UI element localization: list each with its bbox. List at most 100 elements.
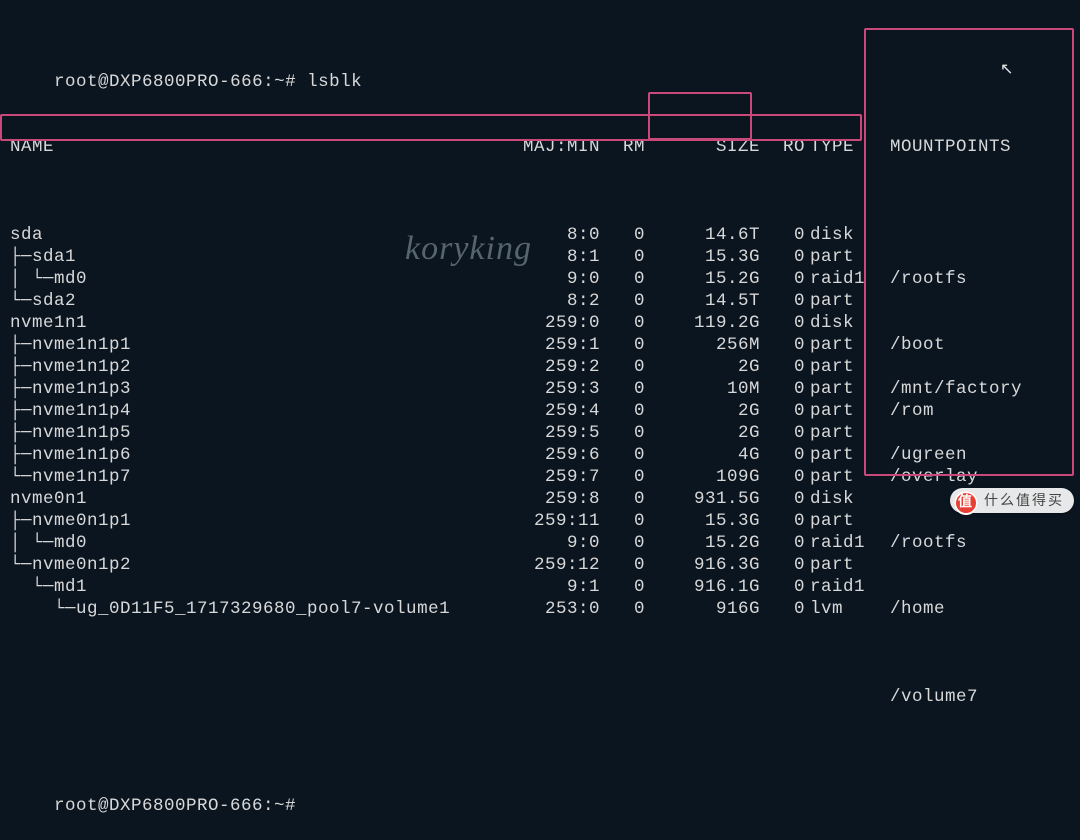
rm-value: 0 (605, 291, 645, 313)
rm-value: 0 (605, 489, 645, 511)
rm-value: 0 (605, 269, 645, 291)
type-value: part (810, 445, 880, 467)
size-value: 119.2G (650, 313, 760, 335)
ro-value: 0 (765, 269, 805, 291)
majmin-value: 259:8 (520, 489, 600, 511)
table-row: └─md19:10916.1G0raid1 (10, 577, 1080, 599)
type-value: raid1 (810, 577, 880, 599)
ro-value: 0 (765, 577, 805, 599)
rm-value: 0 (605, 511, 645, 533)
rm-value: 0 (605, 247, 645, 269)
device-name: ├─sda1 (10, 247, 520, 269)
device-name: │ └─md0 (10, 269, 520, 291)
majmin-value: 8:2 (520, 291, 600, 313)
table-row: ├─nvme1n1p3259:3010M0part/mnt/factory (10, 379, 1080, 401)
ro-value: 0 (765, 357, 805, 379)
extra-mount-row: /volume7 (10, 687, 1080, 709)
mountpoint-value: /boot (890, 335, 1080, 357)
ro-value: 0 (765, 423, 805, 445)
majmin-value: 259:2 (520, 357, 600, 379)
prompt-line: root@DXP6800PRO-666:~# lsblk (10, 50, 1080, 72)
type-value: lvm (810, 599, 880, 621)
mountpoint-value: /rom (890, 401, 1080, 423)
ro-value: 0 (765, 467, 805, 489)
type-value: part (810, 247, 880, 269)
device-name: ├─nvme0n1p1 (10, 511, 520, 533)
mountpoint-value: /rootfs (890, 269, 1080, 291)
table-row: └─nvme0n1p2259:120916.3G0part (10, 555, 1080, 577)
type-value: part (810, 335, 880, 357)
device-name: sda (10, 225, 520, 247)
command-text: lsblk (307, 72, 362, 92)
rm-value: 0 (605, 357, 645, 379)
table-row: ├─nvme0n1p1259:11015.3G0part (10, 511, 1080, 533)
mountpoint-value: /mnt/factory (890, 379, 1080, 401)
col-name: NAME (10, 137, 520, 159)
rm-value: 0 (605, 401, 645, 423)
type-value: part (810, 555, 880, 577)
size-value: 15.3G (650, 511, 760, 533)
rm-value: 0 (605, 423, 645, 445)
size-value: 916.1G (650, 577, 760, 599)
size-value: 2G (650, 423, 760, 445)
ro-value: 0 (765, 379, 805, 401)
ro-value: 0 (765, 489, 805, 511)
size-value: 14.6T (650, 225, 760, 247)
ro-value: 0 (765, 313, 805, 335)
type-value: disk (810, 313, 880, 335)
rm-value: 0 (605, 445, 645, 467)
type-value: disk (810, 489, 880, 511)
table-row: └─nvme1n1p7259:70109G0part/overlay (10, 467, 1080, 489)
rm-value: 0 (605, 577, 645, 599)
rm-value: 0 (605, 599, 645, 621)
majmin-value: 259:1 (520, 335, 600, 357)
col-ro: RO (765, 137, 805, 159)
type-value: raid1 (810, 533, 880, 555)
size-value: 15.2G (650, 533, 760, 555)
mountpoint-value: /ugreen (890, 445, 1080, 467)
size-value: 2G (650, 401, 760, 423)
ro-value: 0 (765, 555, 805, 577)
size-value: 916G (650, 599, 760, 621)
device-name: └─nvme0n1p2 (10, 555, 520, 577)
size-value: 931.5G (650, 489, 760, 511)
device-name: ├─nvme1n1p5 (10, 423, 520, 445)
device-name: └─md1 (10, 577, 520, 599)
rm-value: 0 (605, 335, 645, 357)
ro-value: 0 (765, 599, 805, 621)
table-row: ├─sda18:1015.3G0part (10, 247, 1080, 269)
table-row: nvme0n1259:80931.5G0disk (10, 489, 1080, 511)
header-row: NAME MAJ:MIN RM SIZE RO TYPE MOUNTPOINTS (10, 137, 1080, 159)
majmin-value: 259:6 (520, 445, 600, 467)
ro-value: 0 (765, 291, 805, 313)
device-name: nvme1n1 (10, 313, 520, 335)
device-name: ├─nvme1n1p3 (10, 379, 520, 401)
device-name: ├─nvme1n1p6 (10, 445, 520, 467)
device-name: ├─nvme1n1p2 (10, 357, 520, 379)
device-name: │ └─md0 (10, 533, 520, 555)
majmin-value: 259:11 (520, 511, 600, 533)
size-value: 15.3G (650, 247, 760, 269)
majmin-value: 9:0 (520, 269, 600, 291)
mountpoint-value: /overlay (890, 467, 1080, 489)
table-row: ├─nvme1n1p1259:10256M0part/boot (10, 335, 1080, 357)
site-badge: 什么值得买 (950, 488, 1074, 514)
prompt-text-2: root@DXP6800PRO-666:~# (54, 796, 307, 816)
rm-value: 0 (605, 225, 645, 247)
majmin-value: 259:3 (520, 379, 600, 401)
type-value: part (810, 423, 880, 445)
type-value: part (810, 291, 880, 313)
rm-value: 0 (605, 555, 645, 577)
rm-value: 0 (605, 533, 645, 555)
table-row: └─ug_0D11F5_1717329680_pool7-volume1253:… (10, 599, 1080, 621)
size-value: 4G (650, 445, 760, 467)
mountpoint-value: /home (890, 599, 1080, 621)
majmin-value: 259:5 (520, 423, 600, 445)
col-mount: MOUNTPOINTS (890, 137, 1080, 159)
table-row: ├─nvme1n1p5259:502G0part (10, 423, 1080, 445)
col-type: TYPE (810, 137, 880, 159)
ro-value: 0 (765, 401, 805, 423)
terminal-output[interactable]: root@DXP6800PRO-666:~# lsblk NAME MAJ:MI… (0, 0, 1080, 818)
col-size: SIZE (650, 137, 760, 159)
ro-value: 0 (765, 445, 805, 467)
